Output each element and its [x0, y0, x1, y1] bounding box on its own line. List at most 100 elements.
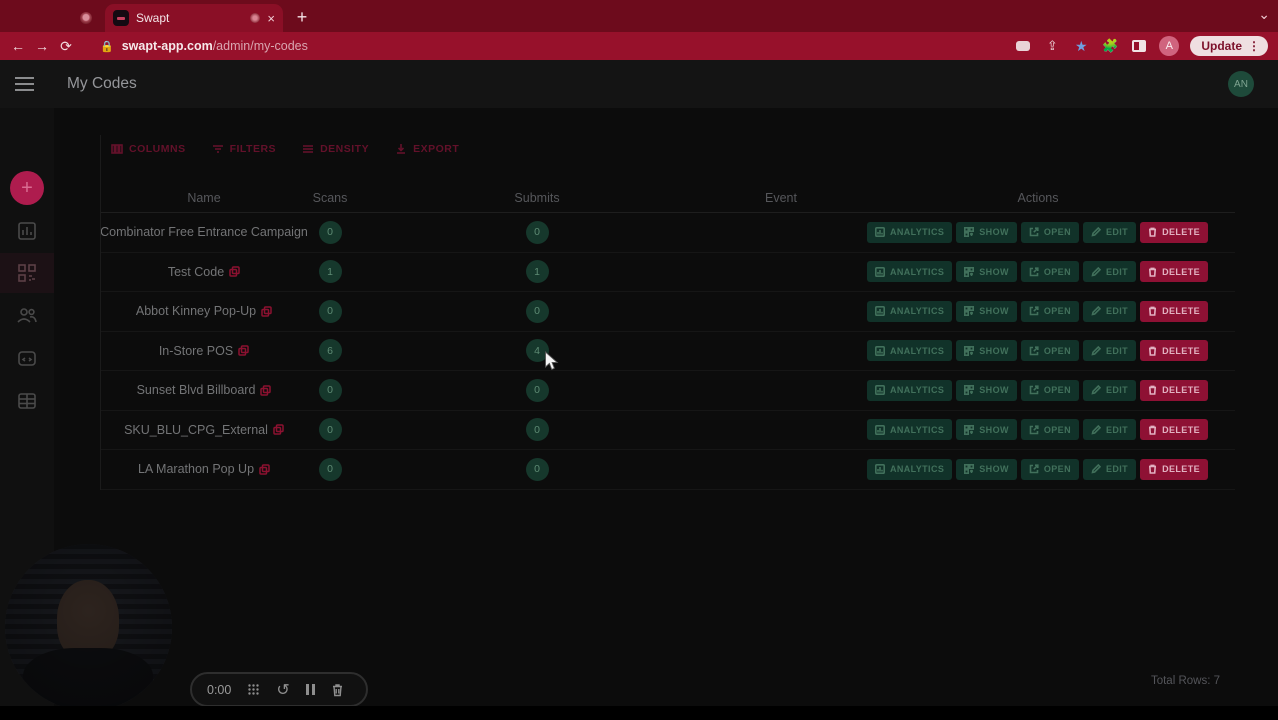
delete-button[interactable]: DELETE — [1140, 419, 1208, 441]
analytics-button[interactable]: ANALYTICS — [866, 261, 953, 283]
sidebar-item-my-codes[interactable] — [0, 253, 54, 293]
forward-button[interactable]: → — [30, 38, 54, 54]
sidebar-item-analytics[interactable] — [0, 211, 54, 251]
edit-button[interactable]: EDIT — [1082, 379, 1137, 401]
hamburger-menu-icon[interactable] — [15, 77, 34, 91]
open-button[interactable]: OPEN — [1020, 221, 1079, 243]
pause-recording-icon[interactable] — [305, 684, 315, 695]
analytics-button[interactable]: ANALYTICS — [866, 300, 953, 322]
pencil-icon — [1091, 306, 1101, 316]
sidebar-item-users[interactable] — [0, 295, 54, 335]
browser-tab-swapt[interactable]: Swapt × — [105, 4, 283, 32]
density-button[interactable]: DENSITY — [302, 143, 369, 155]
show-button[interactable]: SHOW — [956, 340, 1017, 362]
delete-button[interactable]: DELETE — [1140, 340, 1208, 362]
tab-close-icon[interactable]: × — [267, 12, 275, 25]
filters-button[interactable]: FILTERS — [212, 143, 276, 155]
analytics-button-label: ANALYTICS — [889, 345, 945, 356]
copy-icon[interactable] — [260, 385, 272, 396]
copy-icon[interactable] — [238, 345, 249, 356]
column-header-event[interactable]: Event — [721, 191, 841, 205]
edit-button[interactable]: EDIT — [1082, 340, 1137, 362]
open-button[interactable]: OPEN — [1020, 419, 1079, 441]
analytics-button[interactable]: ANALYTICS — [866, 221, 953, 243]
copy-icon[interactable] — [259, 464, 270, 475]
qr-code-icon — [18, 264, 36, 282]
media-control-icon[interactable] — [1014, 38, 1032, 54]
table-row[interactable]: Combinator Free Entrance Campaign 0 0 AN… — [101, 213, 1235, 253]
update-button[interactable]: Update ⋮ — [1190, 36, 1268, 56]
edit-button-label: EDIT — [1105, 345, 1129, 356]
pencil-icon — [1091, 464, 1101, 474]
delete-button[interactable]: DELETE — [1140, 458, 1208, 480]
copy-icon[interactable] — [229, 266, 240, 277]
delete-button[interactable]: DELETE — [1140, 261, 1208, 283]
edit-button-label: EDIT — [1105, 227, 1129, 238]
edit-button[interactable]: EDIT — [1082, 221, 1137, 243]
show-button-label: SHOW — [979, 306, 1009, 317]
drag-handle-icon[interactable] — [247, 683, 260, 696]
table-row[interactable]: Sunset Blvd Billboard 0 0 ANALYTICS SHOW… — [101, 371, 1235, 411]
browser-profile-avatar[interactable]: A — [1159, 36, 1180, 56]
analytics-button[interactable]: ANALYTICS — [866, 458, 953, 480]
analytics-button[interactable]: ANALYTICS — [866, 340, 953, 362]
edit-button[interactable]: EDIT — [1082, 419, 1137, 441]
recorder-control-bar[interactable]: 0:00 ↺ — [190, 672, 368, 707]
browser-menu-icon[interactable]: ⋮ — [1248, 39, 1260, 53]
table-row[interactable]: LA Marathon Pop Up 0 0 ANALYTICS SHOW OP… — [101, 450, 1235, 490]
app-content: My Codes AN + COLUMNS FILTERS DENSITY EX… — [0, 60, 1278, 720]
analytics-button[interactable]: ANALYTICS — [866, 419, 953, 441]
address-bar[interactable]: swapt-app.com/admin/my-codes — [122, 39, 308, 53]
column-header-scans[interactable]: Scans — [307, 191, 353, 205]
copy-icon[interactable] — [261, 306, 272, 317]
delete-button[interactable]: DELETE — [1140, 379, 1208, 401]
show-button[interactable]: SHOW — [956, 261, 1017, 283]
copy-icon[interactable] — [273, 424, 284, 435]
delete-button[interactable]: DELETE — [1140, 221, 1208, 243]
extensions-icon[interactable]: 🧩 — [1101, 38, 1119, 54]
analytics-icon — [874, 306, 885, 317]
user-avatar[interactable]: AN — [1228, 71, 1254, 97]
sidebar-item-widgets[interactable] — [0, 381, 54, 421]
back-button[interactable]: ← — [6, 38, 30, 54]
add-code-button[interactable]: + — [10, 171, 44, 205]
column-header-name[interactable]: Name — [101, 191, 307, 205]
open-button[interactable]: OPEN — [1020, 300, 1079, 322]
show-button[interactable]: SHOW — [956, 221, 1017, 243]
reload-button[interactable]: ⟳ — [54, 38, 78, 55]
new-tab-button[interactable]: + — [290, 5, 314, 29]
edit-button[interactable]: EDIT — [1082, 458, 1137, 480]
recording-time: 0:00 — [207, 682, 232, 697]
show-button[interactable]: SHOW — [956, 419, 1017, 441]
show-button[interactable]: SHOW — [956, 300, 1017, 322]
open-button[interactable]: OPEN — [1020, 458, 1079, 480]
analytics-button[interactable]: ANALYTICS — [866, 379, 953, 401]
lock-icon[interactable]: 🔒 — [100, 40, 114, 53]
table-row[interactable]: Abbot Kinney Pop-Up 0 0 ANALYTICS SHOW O… — [101, 292, 1235, 332]
sidebar-item-scanner[interactable] — [0, 338, 54, 378]
tab-search-chevron-icon[interactable]: ⌄ — [1258, 6, 1270, 23]
delete-button-label: DELETE — [1162, 385, 1200, 396]
open-button[interactable]: OPEN — [1020, 379, 1079, 401]
column-header-actions[interactable]: Actions — [841, 191, 1235, 205]
column-header-submits[interactable]: Submits — [353, 191, 721, 205]
side-panel-icon[interactable] — [1130, 38, 1148, 54]
show-button[interactable]: SHOW — [956, 458, 1017, 480]
export-button[interactable]: EXPORT — [395, 143, 459, 155]
table-row[interactable]: In-Store POS 6 4 ANALYTICS SHOW OPEN EDI… — [101, 332, 1235, 371]
webcam-overlay[interactable] — [5, 544, 172, 711]
restart-recording-icon[interactable]: ↺ — [276, 680, 289, 700]
table-row[interactable]: Test Code 1 1 ANALYTICS SHOW OPEN EDIT D… — [101, 253, 1235, 292]
open-button[interactable]: OPEN — [1020, 340, 1079, 362]
edit-button[interactable]: EDIT — [1082, 300, 1137, 322]
open-button[interactable]: OPEN — [1020, 261, 1079, 283]
show-button[interactable]: SHOW — [956, 379, 1017, 401]
trash-icon — [1149, 227, 1157, 238]
edit-button[interactable]: EDIT — [1082, 261, 1137, 283]
share-icon[interactable]: ⇪ — [1043, 38, 1061, 54]
bookmark-star-icon[interactable]: ★ — [1072, 38, 1090, 54]
delete-recording-icon[interactable] — [331, 683, 344, 697]
columns-button[interactable]: COLUMNS — [111, 143, 186, 155]
table-row[interactable]: SKU_BLU_CPG_External 0 0 ANALYTICS SHOW … — [101, 411, 1235, 450]
delete-button[interactable]: DELETE — [1140, 300, 1208, 322]
